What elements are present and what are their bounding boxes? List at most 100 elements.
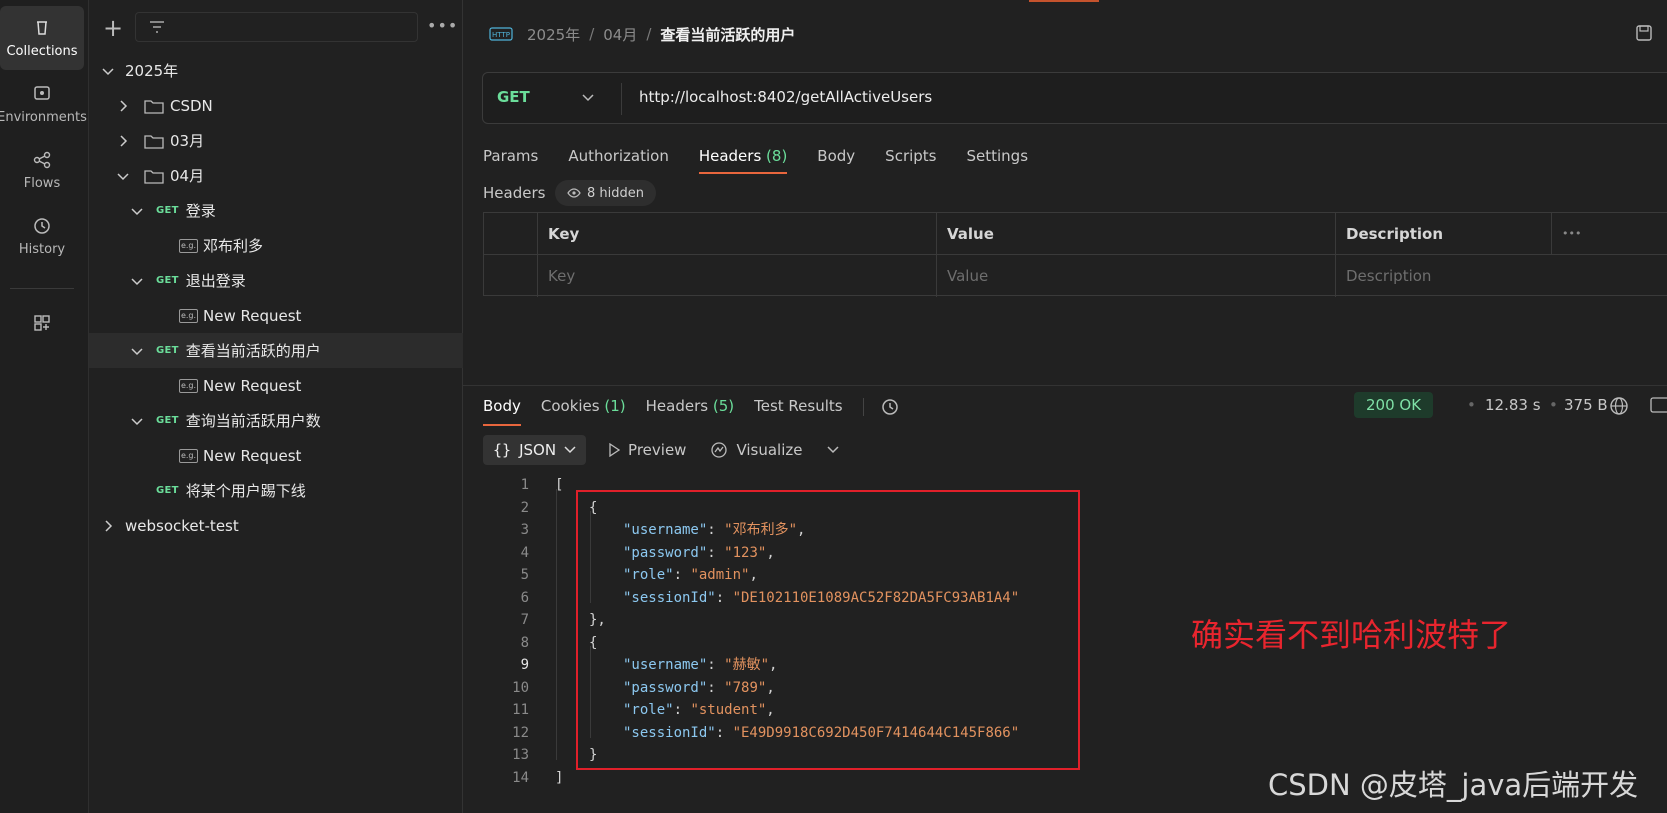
breadcrumb: HTTP 2025年 / 04月 / 查看当前活跃的用户 xyxy=(489,22,795,46)
rail-collections[interactable]: Collections xyxy=(0,6,84,70)
tab-label: Body xyxy=(483,397,521,415)
filter-input[interactable] xyxy=(135,12,418,42)
tab-label: Authorization xyxy=(568,147,669,165)
tab-label: Test Results xyxy=(754,397,843,415)
tab-response-headers[interactable]: Headers (5) xyxy=(646,388,734,426)
tree-folder[interactable]: 04月 xyxy=(89,158,463,193)
line-number: 4 xyxy=(520,544,529,561)
tree-label: 2025年 xyxy=(125,62,179,80)
line-number: 8 xyxy=(520,634,529,651)
tree-collection[interactable]: 2025年 xyxy=(89,53,463,88)
method-select[interactable]: GET xyxy=(497,88,530,106)
line-number: 10 xyxy=(512,679,529,696)
pane-divider xyxy=(463,385,1667,386)
description-input[interactable]: Description xyxy=(1336,255,1667,297)
chevron-down-icon[interactable] xyxy=(101,64,115,78)
checkbox-cell xyxy=(484,255,538,297)
example-icon: e.g. xyxy=(179,308,198,323)
divider xyxy=(621,83,622,115)
tree-label: 查看当前活跃的用户 xyxy=(185,342,321,360)
line-number: 14 xyxy=(512,769,529,786)
table-more-icon[interactable]: ••• xyxy=(1552,213,1592,255)
method-badge: GET xyxy=(156,275,179,286)
chevron-down-icon[interactable] xyxy=(130,274,144,288)
response-size[interactable]: 375 B xyxy=(1564,396,1608,414)
response-time[interactable]: 12.83 s xyxy=(1485,396,1541,414)
chevron-right-icon[interactable] xyxy=(101,519,115,533)
tree-example[interactable]: e.g. New Request xyxy=(89,438,463,473)
play-icon xyxy=(609,443,621,457)
tree-request[interactable]: GET 登录 xyxy=(89,193,463,228)
preview-label: Preview xyxy=(628,441,687,459)
url-input[interactable]: http://localhost:8402/getAllActiveUsers xyxy=(639,88,932,106)
chevron-down-icon[interactable] xyxy=(582,93,594,103)
tree-request[interactable]: GET 将某个用户踢下线 xyxy=(89,473,463,508)
tab-headers[interactable]: Headers (8) xyxy=(698,140,788,174)
tree-request[interactable]: GET 查询当前活跃用户数 xyxy=(89,403,463,438)
rail-label: Environments xyxy=(0,109,87,125)
rail-flows[interactable]: Flows xyxy=(0,138,84,202)
rail-label: Collections xyxy=(6,43,78,59)
response-toolbar: {} JSON Preview Visualize xyxy=(483,434,839,466)
collection-tree: 2025年 CSDN 03月 04月 GET 登录 e.g. 邓布利多 GET 退出登录 e.g. N… xyxy=(89,53,463,543)
sidebar-more-icon[interactable]: ••• xyxy=(427,16,458,35)
line-number: 1 xyxy=(520,477,529,493)
app-window: Collections Environments Flows History +… xyxy=(0,0,1667,813)
indent-guide xyxy=(556,489,557,760)
visualize-button[interactable]: Visualize xyxy=(710,441,803,459)
chevron-down-icon[interactable] xyxy=(130,204,144,218)
request-title[interactable]: 查看当前活跃的用户 xyxy=(660,24,795,45)
example-icon: e.g. xyxy=(179,448,198,463)
tree-example[interactable]: e.g. New Request xyxy=(89,368,463,403)
tree-example[interactable]: e.g. 邓布利多 xyxy=(89,228,463,263)
key-input[interactable]: Key xyxy=(538,255,937,297)
tab-label: Body xyxy=(817,147,856,165)
line-number: 13 xyxy=(512,747,529,763)
tab-settings[interactable]: Settings xyxy=(967,140,1029,174)
hidden-headers-toggle[interactable]: 8 hidden xyxy=(555,180,656,206)
tree-folder[interactable]: CSDN xyxy=(89,88,463,123)
history-icon[interactable] xyxy=(880,397,900,417)
chevron-down-icon[interactable] xyxy=(826,445,839,455)
chevron-down-icon[interactable] xyxy=(130,414,144,428)
tree-label: 邓布利多 xyxy=(203,237,264,255)
breadcrumb-item[interactable]: 2025年 xyxy=(527,24,580,45)
column-description: Description xyxy=(1336,213,1552,255)
preview-button[interactable]: Preview xyxy=(608,441,686,459)
highlight-box xyxy=(576,490,1080,770)
rail-add-workspace[interactable] xyxy=(0,294,84,358)
save-icon[interactable] xyxy=(1635,24,1653,42)
request-pane: HTTP 2025年 / 04月 / 查看当前活跃的用户 GET http://… xyxy=(463,0,1667,813)
globe-icon[interactable] xyxy=(1609,396,1629,416)
chevron-down-icon[interactable] xyxy=(116,169,130,183)
visualize-label: Visualize xyxy=(736,441,803,459)
chevron-right-icon[interactable] xyxy=(116,99,130,113)
rail-environments[interactable]: Environments xyxy=(0,72,87,136)
annotation-text: 确实看不到哈利波特了 xyxy=(1191,616,1512,654)
breadcrumb-item[interactable]: 04月 xyxy=(603,24,637,45)
tab-response-body[interactable]: Body xyxy=(483,388,521,426)
chevron-down-icon[interactable] xyxy=(130,344,144,358)
tab-body[interactable]: Body xyxy=(817,140,855,174)
tree-label: New Request xyxy=(203,376,302,395)
example-icon[interactable] xyxy=(1650,396,1667,414)
format-select[interactable]: {} JSON xyxy=(483,435,587,465)
rail-history[interactable]: History xyxy=(0,204,84,268)
tab-count: (8) xyxy=(766,147,788,165)
tree-folder[interactable]: 03月 xyxy=(89,123,463,158)
tab-params[interactable]: Params xyxy=(483,140,538,174)
tab-test-results[interactable]: Test Results xyxy=(754,388,842,426)
tree-request[interactable]: GET 退出登录 xyxy=(89,263,463,298)
status-badge[interactable]: 200 OK xyxy=(1354,392,1434,418)
add-collection-button[interactable]: + xyxy=(103,14,123,42)
chevron-right-icon[interactable] xyxy=(116,134,130,148)
column-value: Value xyxy=(937,213,1336,255)
tab-scripts[interactable]: Scripts xyxy=(885,140,936,174)
line-number: 2 xyxy=(520,499,529,516)
value-input[interactable]: Value xyxy=(937,255,1336,297)
tab-authorization[interactable]: Authorization xyxy=(568,140,668,174)
tree-example[interactable]: e.g. New Request xyxy=(89,298,463,333)
tree-request[interactable]: GET 查看当前活跃的用户 xyxy=(89,333,463,368)
tree-collection[interactable]: websocket-test xyxy=(89,508,463,543)
tab-cookies[interactable]: Cookies (1) xyxy=(541,388,626,426)
